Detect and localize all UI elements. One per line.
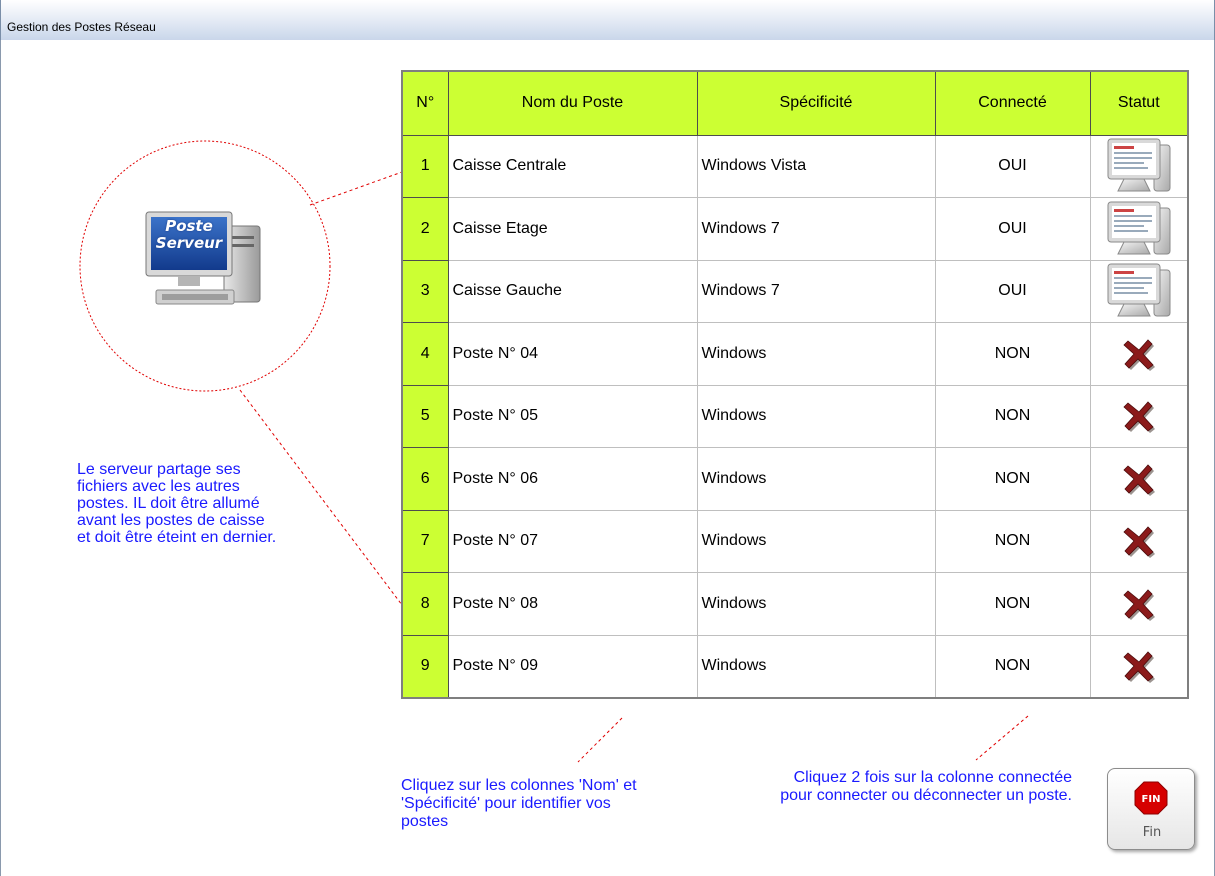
computer-icon bbox=[1104, 138, 1174, 192]
computer-icon bbox=[1104, 263, 1174, 317]
computer-icon bbox=[1104, 201, 1174, 255]
cell-spec[interactable]: Windows bbox=[696, 384, 936, 448]
cell-status bbox=[1089, 322, 1189, 386]
cell-status bbox=[1089, 384, 1189, 448]
cell-name[interactable]: Poste N° 04 bbox=[447, 322, 698, 386]
table-row[interactable]: 7 Poste N° 07 Windows NON bbox=[401, 509, 1189, 573]
cell-number: 6 bbox=[401, 447, 449, 511]
cell-spec[interactable]: Windows 7 bbox=[696, 259, 936, 323]
cell-connected[interactable]: NON bbox=[934, 572, 1091, 636]
cell-status bbox=[1089, 259, 1189, 323]
cell-number: 1 bbox=[401, 134, 449, 198]
table-row[interactable]: 2 Caisse Etage Windows 7 OUI bbox=[401, 197, 1189, 261]
server-label: Poste Serveur bbox=[155, 217, 223, 252]
column-header-connected[interactable]: Connecté bbox=[934, 70, 1091, 136]
cell-name[interactable]: Caisse Centrale bbox=[447, 134, 698, 198]
cell-status bbox=[1089, 134, 1189, 198]
red-x-icon bbox=[1122, 339, 1156, 371]
cell-status bbox=[1089, 197, 1189, 261]
table-header-row: N° Nom du Poste Spécificité Connecté Sta… bbox=[401, 70, 1189, 136]
cell-status bbox=[1089, 634, 1189, 698]
cell-spec[interactable]: Windows bbox=[696, 322, 936, 386]
cell-name[interactable]: Caisse Etage bbox=[447, 197, 698, 261]
cell-status bbox=[1089, 509, 1189, 573]
cell-number: 4 bbox=[401, 322, 449, 386]
cell-number: 3 bbox=[401, 259, 449, 323]
table-row[interactable]: 5 Poste N° 05 Windows NON bbox=[401, 384, 1189, 448]
cell-status bbox=[1089, 572, 1189, 636]
fin-button[interactable]: FIN Fin bbox=[1107, 768, 1195, 850]
cell-spec[interactable]: Windows bbox=[696, 634, 936, 698]
red-x-icon bbox=[1122, 526, 1156, 559]
cell-status bbox=[1089, 447, 1189, 511]
cell-number: 2 bbox=[401, 197, 449, 261]
hint-connect-column: Cliquez 2 fois sur la colonne connectée … bbox=[780, 769, 1072, 804]
cell-spec[interactable]: Windows bbox=[696, 447, 936, 511]
window-border bbox=[0, 40, 1, 876]
window-title: Gestion des Postes Réseau bbox=[7, 20, 156, 34]
cell-name[interactable]: Poste N° 09 bbox=[447, 634, 698, 698]
cell-spec[interactable]: Windows bbox=[696, 572, 936, 636]
stop-sign-icon: FIN bbox=[1134, 781, 1168, 815]
cell-spec[interactable]: Windows 7 bbox=[696, 197, 936, 261]
workstations-table: N° Nom du Poste Spécificité Connecté Sta… bbox=[401, 70, 1189, 699]
table-row[interactable]: 8 Poste N° 08 Windows NON bbox=[401, 572, 1189, 636]
table-row[interactable]: 9 Poste N° 09 Windows NON bbox=[401, 634, 1189, 698]
cell-connected[interactable]: NON bbox=[934, 322, 1091, 386]
table-row[interactable]: 6 Poste N° 06 Windows NON bbox=[401, 447, 1189, 511]
cell-number: 5 bbox=[401, 384, 449, 448]
cell-number: 8 bbox=[401, 572, 449, 636]
svg-text:FIN: FIN bbox=[1142, 794, 1161, 805]
column-header-status[interactable]: Statut bbox=[1089, 70, 1189, 136]
cell-number: 9 bbox=[401, 634, 449, 698]
cell-connected[interactable]: NON bbox=[934, 447, 1091, 511]
cell-connected[interactable]: NON bbox=[934, 634, 1091, 698]
cell-name[interactable]: Poste N° 05 bbox=[447, 384, 698, 448]
cell-connected[interactable]: OUI bbox=[934, 197, 1091, 261]
cell-connected[interactable]: OUI bbox=[934, 259, 1091, 323]
column-header-name[interactable]: Nom du Poste bbox=[447, 70, 698, 136]
fin-button-label: Fin bbox=[1142, 825, 1162, 840]
cell-name[interactable]: Poste N° 06 bbox=[447, 447, 698, 511]
table-row[interactable]: 3 Caisse Gauche Windows 7 OUI bbox=[401, 259, 1189, 323]
red-x-icon bbox=[1122, 651, 1156, 683]
table-row[interactable]: 4 Poste N° 04 Windows NON bbox=[401, 322, 1189, 386]
cell-connected[interactable]: NON bbox=[934, 384, 1091, 448]
red-x-icon bbox=[1122, 401, 1156, 434]
red-x-icon bbox=[1122, 464, 1156, 496]
hint-edit-columns: Cliquez sur les colonnes 'Nom' et 'Spéci… bbox=[401, 777, 637, 830]
cell-number: 7 bbox=[401, 509, 449, 573]
cell-connected[interactable]: OUI bbox=[934, 134, 1091, 198]
column-header-spec[interactable]: Spécificité bbox=[696, 70, 936, 136]
window-titlebar: Gestion des Postes Réseau bbox=[0, 0, 1215, 40]
cell-name[interactable]: Poste N° 07 bbox=[447, 509, 698, 573]
cell-spec[interactable]: Windows Vista bbox=[696, 134, 936, 198]
red-x-icon bbox=[1122, 589, 1156, 621]
cell-spec[interactable]: Windows bbox=[696, 509, 936, 573]
column-header-number[interactable]: N° bbox=[401, 70, 449, 136]
cell-connected[interactable]: NON bbox=[934, 509, 1091, 573]
cell-name[interactable]: Caisse Gauche bbox=[447, 259, 698, 323]
cell-name[interactable]: Poste N° 08 bbox=[447, 572, 698, 636]
table-row[interactable]: 1 Caisse Centrale Windows Vista OUI bbox=[401, 134, 1189, 198]
server-info-text: Le serveur partage ses fichiers avec les… bbox=[77, 461, 277, 546]
